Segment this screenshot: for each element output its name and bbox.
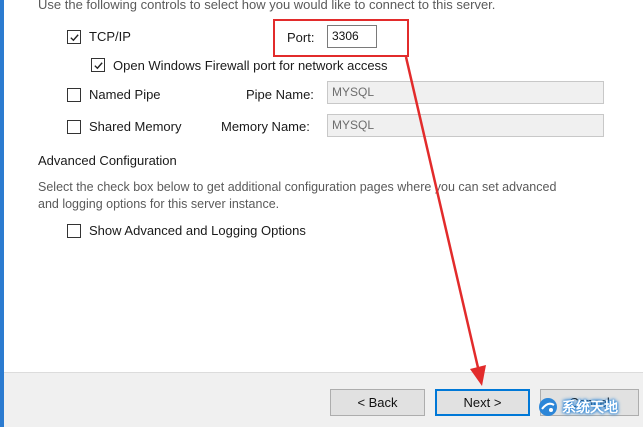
back-button[interactable]: < Back — [330, 389, 425, 416]
tcpip-checkbox[interactable] — [67, 30, 81, 44]
intro-text: Use the following controls to select how… — [38, 0, 496, 12]
firewall-label: Open Windows Firewall port for network a… — [113, 58, 388, 73]
shared-memory-checkbox[interactable] — [67, 120, 81, 134]
advanced-heading: Advanced Configuration — [38, 153, 177, 168]
named-pipe-checkbox[interactable] — [67, 88, 81, 102]
named-pipe-label: Named Pipe — [89, 87, 161, 102]
shared-memory-label: Shared Memory — [89, 119, 182, 134]
advanced-options-checkbox[interactable] — [67, 224, 81, 238]
port-highlight-box — [273, 19, 409, 57]
pipe-name-label: Pipe Name: — [246, 87, 314, 102]
watermark: 系统天地 — [537, 396, 618, 418]
window-left-edge — [0, 0, 4, 427]
pipe-name-input[interactable]: MYSQL — [327, 81, 604, 104]
memory-name-label: Memory Name: — [221, 119, 310, 134]
watermark-text: 系统天地 — [562, 400, 618, 416]
memory-name-input[interactable]: MYSQL — [327, 114, 604, 137]
advanced-description-line1: Select the check box below to get additi… — [38, 180, 557, 194]
advanced-description-line2: and logging options for this server inst… — [38, 197, 280, 211]
watermark-logo-icon — [539, 398, 557, 416]
firewall-checkbox[interactable] — [91, 58, 105, 72]
checkmark-icon — [69, 33, 79, 41]
checkmark-icon — [93, 61, 103, 69]
advanced-options-label: Show Advanced and Logging Options — [89, 223, 306, 238]
tcpip-label: TCP/IP — [89, 29, 131, 44]
next-button[interactable]: Next > — [435, 389, 530, 416]
